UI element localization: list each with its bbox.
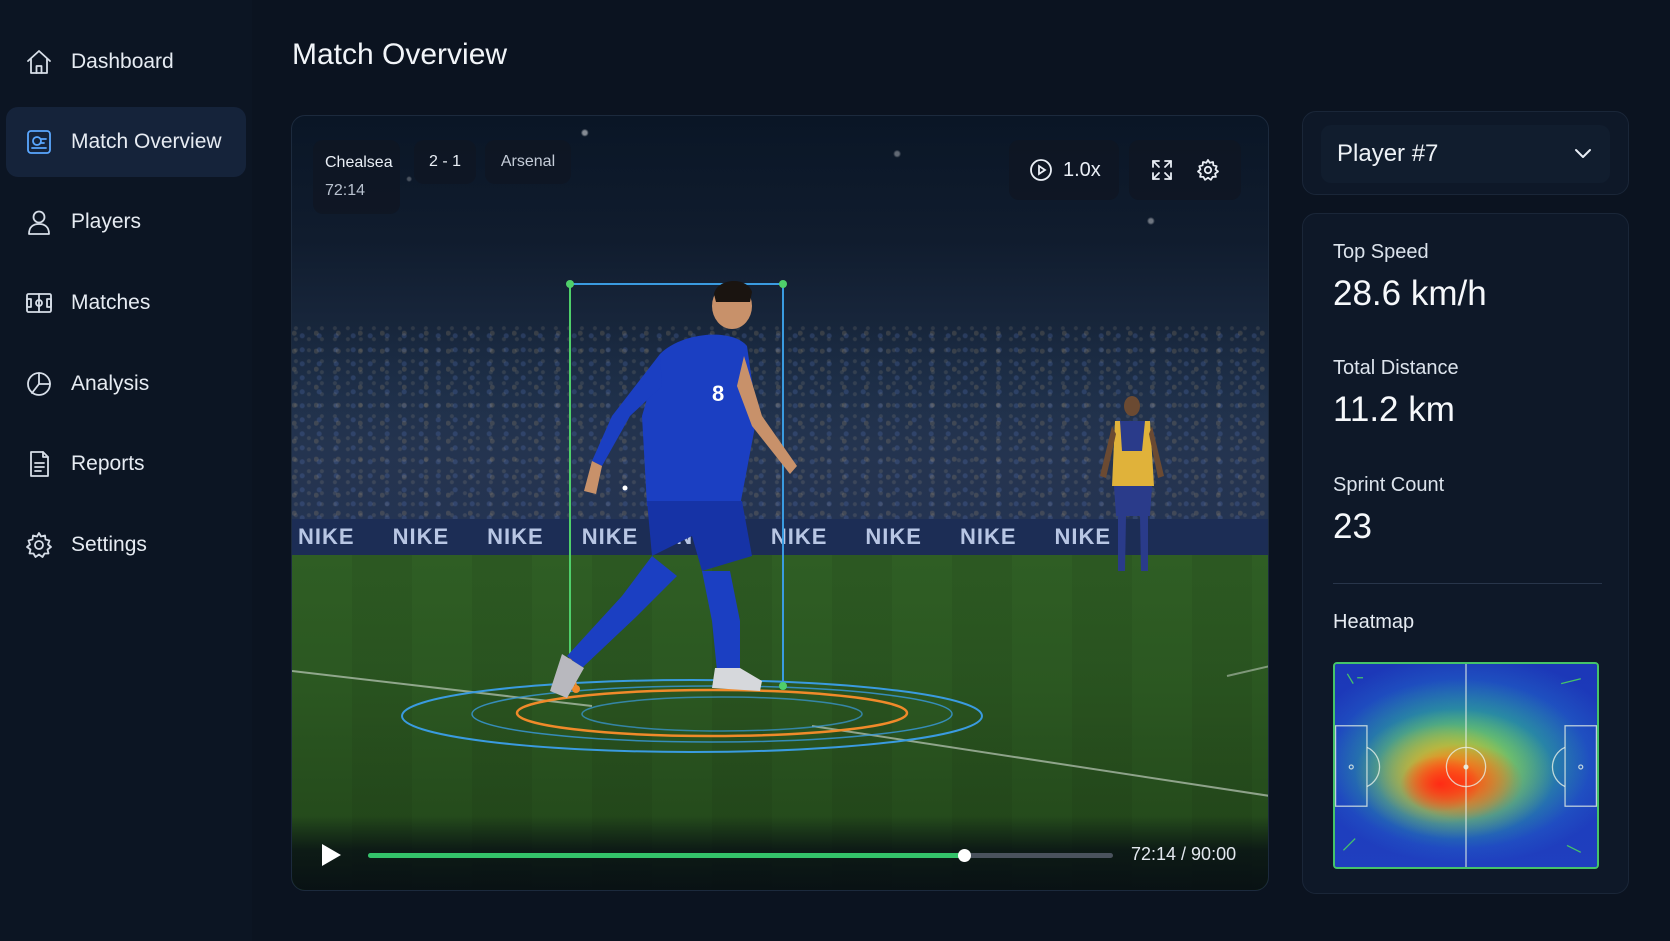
sidebar-item-players[interactable]: Players: [6, 187, 246, 257]
svg-text:8: 8: [712, 381, 724, 406]
sidebar-item-label: Match Overview: [71, 130, 222, 153]
home-team-name: Chealsea: [325, 154, 393, 171]
video-player[interactable]: NIKE NIKE NIKE NIKE NIKE NIKE NIKE NIKE …: [291, 115, 1269, 891]
sidebar-item-label: Analysis: [71, 372, 150, 395]
progress-fill: [368, 853, 964, 858]
app-root: Dashboard Match Overview Players Matches…: [0, 0, 1670, 941]
sidebar-item-label: Reports: [71, 452, 145, 475]
match-overview-icon: [24, 127, 54, 157]
sidebar-item-label: Players: [71, 210, 142, 233]
play-circle-icon: [1030, 159, 1052, 181]
tracking-overlay: 8: [292, 280, 1268, 797]
fullscreen-button[interactable]: [1148, 156, 1176, 184]
video-tools: [1129, 140, 1241, 200]
player-selector-card: Player #7: [1302, 111, 1629, 195]
score-chip: 2 - 1: [414, 140, 476, 184]
play-icon: [322, 844, 341, 866]
away-team-chip: Arsenal: [485, 140, 571, 184]
video-settings-button[interactable]: [1194, 156, 1222, 184]
time-display: 72:14 / 90:00: [1131, 844, 1237, 864]
player-dropdown-value: Player #7: [1337, 140, 1439, 167]
tracked-player: 8: [550, 280, 797, 698]
playback-speed-button[interactable]: 1.0x: [1009, 140, 1119, 200]
divider: [1333, 583, 1602, 584]
home-icon: [24, 47, 54, 77]
match-clock: 72:14: [325, 182, 366, 199]
heatmap: [1333, 662, 1599, 869]
sidebar-item-reports[interactable]: Reports: [6, 429, 246, 499]
gear-icon: [24, 530, 54, 560]
home-team-chip: Chealsea 72:14: [313, 140, 400, 214]
page-title: Match Overview: [292, 38, 508, 71]
progress-track[interactable]: [368, 849, 1113, 862]
stat-label-sprint-count: Sprint Count: [1333, 474, 1445, 496]
progress-thumb[interactable]: [958, 849, 971, 862]
player-dropdown[interactable]: Player #7: [1321, 125, 1610, 183]
sidebar-item-label: Matches: [71, 291, 151, 314]
gear-icon: [1197, 159, 1219, 181]
stat-value-top-speed: 28.6 km/h: [1333, 274, 1487, 313]
sidebar-item-label: Settings: [71, 533, 147, 556]
pie-chart-icon: [24, 369, 54, 399]
background-player: [1100, 396, 1164, 571]
sidebar-item-label: Dashboard: [71, 50, 174, 73]
document-icon: [24, 449, 54, 479]
fullscreen-icon: [1152, 160, 1172, 180]
stat-value-total-distance: 11.2 km: [1333, 390, 1455, 429]
sidebar: Dashboard Match Overview Players Matches…: [0, 0, 252, 941]
heatmap-label: Heatmap: [1333, 611, 1415, 633]
stat-label-total-distance: Total Distance: [1333, 357, 1459, 379]
pitch-icon: [24, 288, 54, 318]
sidebar-item-matches[interactable]: Matches: [6, 268, 246, 338]
sidebar-item-analysis[interactable]: Analysis: [6, 349, 246, 419]
sidebar-item-match-overview[interactable]: Match Overview: [6, 107, 246, 177]
sidebar-item-settings[interactable]: Settings: [6, 510, 246, 580]
score-value: 2 - 1: [428, 153, 461, 170]
away-team-name: Arsenal: [500, 153, 556, 170]
sidebar-item-dashboard[interactable]: Dashboard: [6, 27, 246, 97]
playback-rate: 1.0x: [1063, 158, 1101, 181]
heatmap-pitch-lines: [1335, 664, 1597, 867]
chevron-down-icon: [1575, 149, 1591, 158]
user-icon: [24, 207, 54, 237]
stat-label-top-speed: Top Speed: [1333, 241, 1429, 263]
stat-value-sprint-count: 23: [1333, 507, 1372, 546]
stats-card: Top Speed 28.6 km/h Total Distance 11.2 …: [1302, 213, 1629, 894]
play-button[interactable]: [320, 843, 344, 869]
